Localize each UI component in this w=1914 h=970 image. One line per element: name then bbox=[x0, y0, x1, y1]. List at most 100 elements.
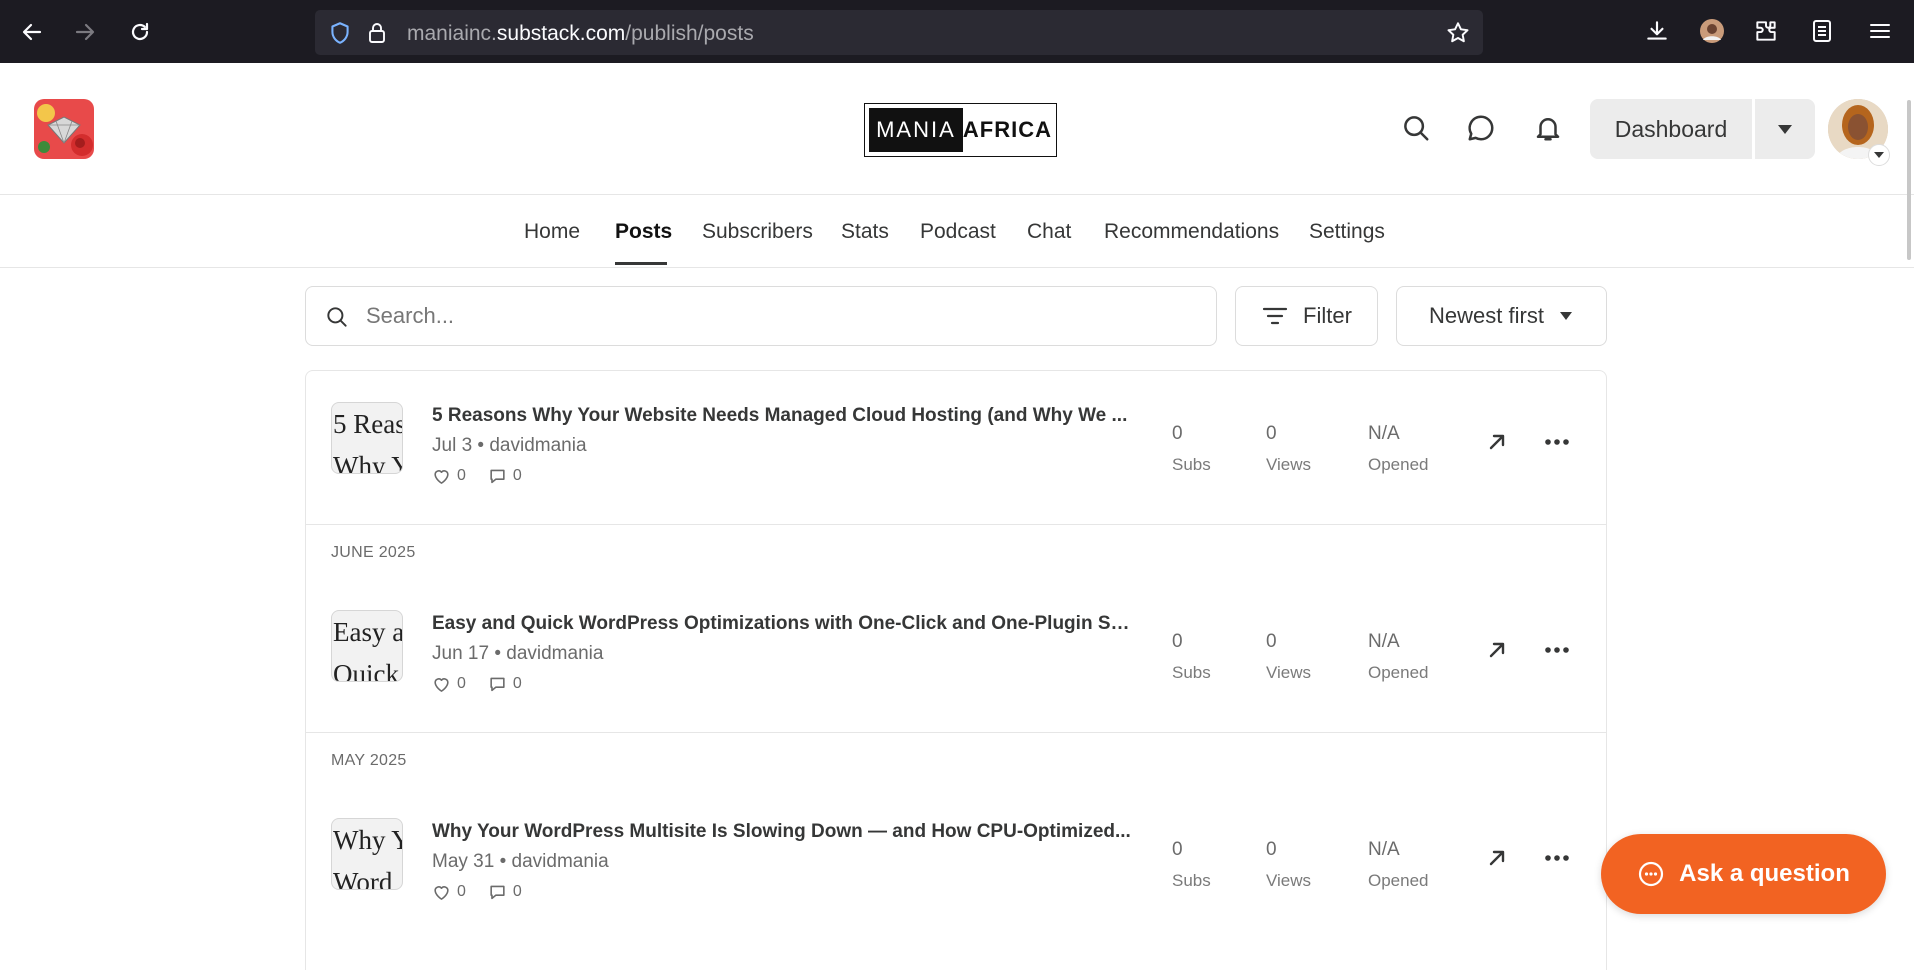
tab-chat[interactable]: Chat bbox=[1027, 220, 1071, 244]
post-reactions: 0 0 bbox=[432, 883, 522, 901]
tab-posts[interactable]: Posts bbox=[615, 220, 672, 244]
filter-label: Filter bbox=[1303, 303, 1352, 328]
open-post-button[interactable] bbox=[1482, 843, 1512, 873]
more-horizontal-icon bbox=[1545, 647, 1569, 653]
chat-bubble-icon[interactable] bbox=[1463, 110, 1499, 146]
tab-podcast[interactable]: Podcast bbox=[920, 220, 996, 244]
url-prefix: maniainc. bbox=[407, 22, 497, 45]
post-reactions: 0 0 bbox=[432, 467, 522, 485]
views-label: Views bbox=[1266, 455, 1312, 474]
arrow-up-right-icon bbox=[1489, 850, 1505, 866]
open-post-button[interactable] bbox=[1482, 635, 1512, 665]
subs-stat: 0 Subs bbox=[1172, 839, 1211, 891]
search-box[interactable] bbox=[305, 286, 1217, 346]
arrow-up-right-icon bbox=[1489, 434, 1505, 450]
lock-icon[interactable] bbox=[365, 20, 389, 51]
open-post-button[interactable] bbox=[1482, 427, 1512, 457]
thumbnail-text-line: Quick bbox=[333, 659, 399, 682]
post-meta: Jun 17 • davidmania bbox=[432, 643, 604, 664]
shield-icon[interactable] bbox=[327, 20, 353, 51]
post-title[interactable]: Why Your WordPress Multisite Is Slowing … bbox=[432, 821, 1137, 843]
month-header: JUNE 2025 bbox=[331, 544, 416, 561]
address-bar[interactable]: maniainc.substack.com/publish/posts bbox=[315, 10, 1483, 55]
url-text[interactable]: maniainc.substack.com/publish/posts bbox=[407, 22, 754, 46]
back-button[interactable] bbox=[14, 14, 50, 50]
more-options-button[interactable] bbox=[1542, 843, 1572, 873]
caret-down-icon bbox=[1778, 125, 1792, 134]
menu-icon[interactable] bbox=[1866, 17, 1894, 45]
subs-value: 0 bbox=[1172, 631, 1183, 652]
views-label: Views bbox=[1266, 871, 1312, 890]
active-tab-indicator bbox=[615, 262, 667, 265]
comments-count: 0 bbox=[512, 675, 522, 692]
wordmark-right: AFRICA bbox=[962, 117, 1052, 142]
posts-list: 5 Reas Why Y 5 Reasons Why Your Website … bbox=[305, 370, 1607, 970]
tab-recommendations[interactable]: Recommendations bbox=[1104, 220, 1279, 244]
account-avatar-icon[interactable] bbox=[1698, 17, 1726, 45]
post-reactions: 0 0 bbox=[432, 675, 522, 693]
post-row[interactable]: 5 Reas Why Y 5 Reasons Why Your Website … bbox=[306, 371, 1606, 525]
publication-wordmark[interactable]: MANIA AFRICA bbox=[864, 103, 1057, 157]
post-thumbnail[interactable]: Easy a Quick bbox=[331, 610, 403, 682]
opened-value: N/A bbox=[1368, 631, 1400, 652]
downloads-icon[interactable] bbox=[1643, 17, 1671, 45]
post-meta: Jul 3 • davidmania bbox=[432, 435, 587, 456]
bookmark-star-icon[interactable] bbox=[1445, 20, 1471, 51]
tab-stats[interactable]: Stats bbox=[841, 220, 889, 244]
reload-icon bbox=[131, 22, 149, 41]
publication-logo[interactable] bbox=[34, 99, 94, 159]
likes-count: 0 bbox=[457, 675, 466, 692]
search-icon bbox=[324, 304, 350, 335]
tab-settings[interactable]: Settings bbox=[1309, 220, 1385, 244]
search-input[interactable] bbox=[366, 301, 1186, 331]
opened-value: N/A bbox=[1368, 839, 1400, 860]
dashboard-button[interactable]: Dashboard bbox=[1590, 99, 1752, 159]
reload-button[interactable] bbox=[122, 14, 158, 50]
subs-label: Subs bbox=[1172, 455, 1211, 474]
site-header: MANIA AFRICA Dashboard bbox=[0, 63, 1914, 195]
post-title[interactable]: 5 Reasons Why Your Website Needs Managed… bbox=[432, 405, 1137, 427]
filter-button[interactable]: Filter bbox=[1235, 286, 1378, 346]
views-value: 0 bbox=[1266, 839, 1277, 860]
thumbnail-text-line: 5 Reas bbox=[333, 409, 403, 439]
sort-label: Newest first bbox=[1429, 303, 1544, 328]
views-stat: 0 Views bbox=[1266, 839, 1311, 891]
forward-button[interactable] bbox=[67, 14, 103, 50]
search-icon[interactable] bbox=[1398, 110, 1434, 146]
reader-icon[interactable] bbox=[1808, 17, 1836, 45]
post-row[interactable]: Easy a Quick Easy and Quick WordPress Op… bbox=[306, 579, 1606, 733]
bell-icon[interactable] bbox=[1530, 110, 1566, 146]
chat-dots-icon bbox=[1639, 861, 1664, 887]
subs-label: Subs bbox=[1172, 663, 1211, 682]
comment-icon bbox=[490, 677, 505, 692]
ask-a-question-button[interactable]: Ask a question bbox=[1601, 834, 1886, 914]
opened-stat: N/A Opened bbox=[1368, 631, 1429, 683]
post-thumbnail[interactable]: Why Y Word bbox=[331, 818, 403, 890]
month-header: MAY 2025 bbox=[331, 752, 407, 769]
subs-value: 0 bbox=[1172, 423, 1183, 444]
dashboard-dropdown-button[interactable] bbox=[1755, 99, 1815, 159]
thumbnail-text-line: Why Y bbox=[333, 451, 403, 474]
tab-home[interactable]: Home bbox=[524, 220, 580, 244]
post-row[interactable]: Why Y Word Why Your WordPress Multisite … bbox=[306, 787, 1606, 941]
tab-subscribers[interactable]: Subscribers bbox=[702, 220, 813, 244]
thumbnail-text-line: Why Y bbox=[333, 825, 403, 855]
more-horizontal-icon bbox=[1545, 855, 1569, 861]
opened-stat: N/A Opened bbox=[1368, 839, 1429, 891]
more-options-button[interactable] bbox=[1542, 635, 1572, 665]
heart-icon bbox=[434, 886, 449, 900]
page-scrollbar[interactable] bbox=[1907, 100, 1911, 260]
comments-count: 0 bbox=[512, 467, 522, 484]
post-title[interactable]: Easy and Quick WordPress Optimizations w… bbox=[432, 613, 1137, 635]
comment-icon bbox=[490, 469, 505, 484]
extensions-icon[interactable] bbox=[1752, 17, 1780, 45]
arrow-up-right-icon bbox=[1489, 642, 1505, 658]
browser-toolbar: maniainc.substack.com/publish/posts bbox=[0, 0, 1914, 63]
avatar-menu-button[interactable] bbox=[1868, 144, 1890, 166]
post-thumbnail[interactable]: 5 Reas Why Y bbox=[331, 402, 403, 474]
views-label: Views bbox=[1266, 663, 1312, 682]
heart-icon bbox=[434, 678, 449, 692]
more-options-button[interactable] bbox=[1542, 427, 1572, 457]
url-host: substack.com bbox=[496, 22, 626, 45]
sort-dropdown[interactable]: Newest first bbox=[1396, 286, 1607, 346]
